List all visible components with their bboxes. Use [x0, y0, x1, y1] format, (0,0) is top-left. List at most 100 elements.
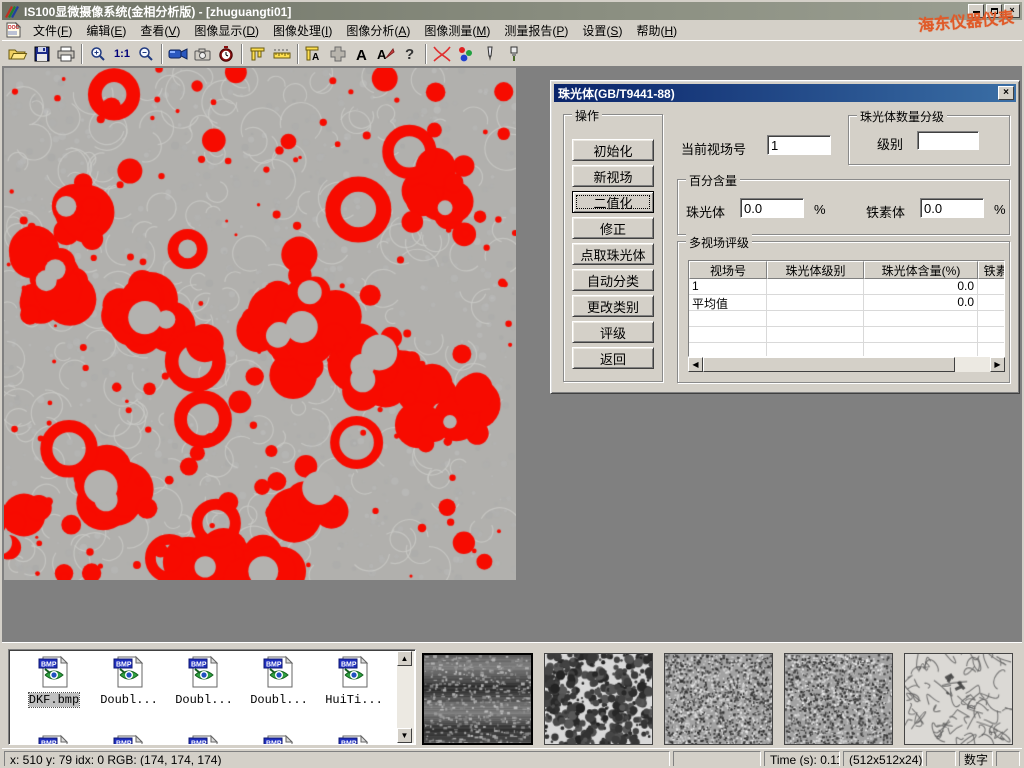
annotate-icon[interactable]: A	[374, 43, 398, 65]
brush-icon[interactable]	[502, 43, 526, 65]
op-button-6[interactable]: 自动分类	[572, 269, 654, 291]
grid-icon[interactable]	[326, 43, 350, 65]
menu-item-m[interactable]: 图像测量(M)	[417, 20, 497, 41]
measure-text-icon[interactable]: A	[302, 43, 326, 65]
dialog-title-bar[interactable]: 珠光体(GB/T9441-88) ×	[554, 84, 1016, 102]
zoom-out-icon[interactable]	[134, 43, 158, 65]
menu-item-a[interactable]: 图像分析(A)	[339, 20, 417, 41]
table-col-3[interactable]: 珠光体含量(%)	[864, 261, 978, 279]
menu-item-s[interactable]: 设置(S)	[575, 20, 629, 41]
table-cell	[689, 311, 767, 327]
thumbnail-2[interactable]	[544, 653, 653, 745]
curve-delete-icon[interactable]	[430, 43, 454, 65]
metallograph-image[interactable]	[4, 68, 516, 580]
file-item[interactable]: BMPDoubl...	[242, 655, 316, 707]
table-row[interactable]: 平均值0.0	[689, 295, 1004, 311]
rating-table[interactable]: 视场号珠光体级别珠光体含量(%)铁素体含量(%)10.0平均值0.0	[688, 260, 1005, 357]
file-list-scrollbar[interactable]: ▲ ▼	[397, 651, 414, 743]
op-button-5[interactable]: 点取珠光体	[572, 243, 654, 265]
save-icon[interactable]	[30, 43, 54, 65]
print-icon[interactable]	[54, 43, 78, 65]
table-cell	[864, 327, 978, 343]
op-button-8[interactable]: 评级	[572, 321, 654, 343]
ferrite-input[interactable]: 0.0	[920, 198, 984, 218]
level-input[interactable]	[917, 131, 979, 150]
scroll-right-icon[interactable]: ▶	[990, 357, 1005, 372]
file-item[interactable]: BMPDKF.bmp	[17, 655, 91, 707]
menu-item-e[interactable]: 编辑(E)	[79, 20, 133, 41]
caliper-icon[interactable]	[246, 43, 270, 65]
video-camera-icon[interactable]	[166, 43, 190, 65]
scroll-left-icon[interactable]: ◀	[688, 357, 703, 372]
status-mode: 数字	[959, 751, 993, 768]
file-item[interactable]: BMP	[92, 734, 166, 745]
file-list[interactable]: ▲ ▼ BMPDKF.bmpBMPDoubl...BMPDoubl...BMPD…	[8, 649, 416, 745]
dialog-title: 珠光体(GB/T9441-88)	[558, 85, 675, 102]
hscroll-thumb[interactable]	[703, 357, 955, 372]
color-dots-icon[interactable]	[454, 43, 478, 65]
file-name: DKF.bmp	[29, 693, 79, 707]
menu-item-v[interactable]: 查看(V)	[133, 20, 187, 41]
pearlite-unit: %	[814, 202, 826, 217]
op-button-7[interactable]: 更改类别	[572, 295, 654, 317]
text-icon[interactable]: A	[350, 43, 374, 65]
help-icon[interactable]: ?	[398, 43, 422, 65]
menu-item-p[interactable]: 测量报告(P)	[497, 20, 575, 41]
table-row[interactable]: 10.0	[689, 279, 1004, 295]
menu-item-i[interactable]: 图像处理(I)	[266, 20, 339, 41]
toolbar-separator	[241, 44, 243, 64]
toolbar-separator	[297, 44, 299, 64]
current-field-input[interactable]: 1	[767, 135, 831, 155]
close-button[interactable]: ×	[1004, 4, 1020, 18]
file-item[interactable]: BMPHuiTi...	[317, 655, 391, 707]
restore-button[interactable]	[986, 4, 1002, 18]
table-cell	[689, 343, 767, 357]
table-cell	[864, 311, 978, 327]
table-hscrollbar[interactable]: ◀ ▶	[688, 357, 1005, 372]
thumbnail-4[interactable]	[784, 653, 893, 745]
table-row[interactable]	[689, 343, 1004, 357]
menu-item-d[interactable]: 图像显示(D)	[187, 20, 266, 41]
file-item[interactable]: BMP	[317, 734, 391, 745]
minimize-button[interactable]	[968, 4, 984, 18]
scroll-down-icon[interactable]: ▼	[397, 728, 412, 743]
menu-item-h[interactable]: 帮助(H)	[629, 20, 684, 41]
file-item[interactable]: BMPDoubl...	[167, 655, 241, 707]
pearlite-label: 珠光体	[686, 202, 725, 221]
open-icon[interactable]	[6, 43, 30, 65]
op-button-9[interactable]: 返回	[572, 347, 654, 369]
table-row[interactable]	[689, 311, 1004, 327]
thumbnail-3[interactable]	[664, 653, 773, 745]
op-button-2[interactable]: 新视场	[572, 165, 654, 187]
pen-icon[interactable]	[478, 43, 502, 65]
op-button-4[interactable]: 修正	[572, 217, 654, 239]
file-item[interactable]: BMP	[242, 734, 316, 745]
thumbnail-1[interactable]	[422, 653, 533, 745]
camera-icon[interactable]	[190, 43, 214, 65]
one-to-one-button[interactable]: 1:1	[110, 43, 134, 65]
table-col-2[interactable]: 珠光体级别	[767, 261, 864, 279]
ruler-icon[interactable]	[270, 43, 294, 65]
pearlite-input[interactable]: 0.0	[740, 198, 804, 218]
percent-group: 百分含量 珠光体 0.0 % 铁素体 0.0 %	[677, 179, 1010, 235]
file-item[interactable]: BMPDoubl...	[92, 655, 166, 707]
svg-text:DOC: DOC	[8, 25, 20, 31]
svg-text:A: A	[377, 47, 387, 61]
thumbnail-5[interactable]	[904, 653, 1013, 745]
zoom-in-icon[interactable]	[86, 43, 110, 65]
scroll-up-icon[interactable]: ▲	[397, 651, 412, 666]
file-item[interactable]: BMP	[167, 734, 241, 745]
operations-group: 操作 初始化新视场二值化修正点取珠光体自动分类更改类别评级返回	[563, 114, 663, 382]
table-col-1[interactable]: 视场号	[689, 261, 767, 279]
menu-item-f[interactable]: 文件(F)	[26, 20, 79, 41]
table-col-4[interactable]: 铁素体含量(%)	[978, 261, 1005, 279]
table-row[interactable]	[689, 327, 1004, 343]
dialog-close-icon[interactable]: ×	[998, 86, 1014, 100]
file-item[interactable]: BMP	[17, 734, 91, 745]
table-cell: 1	[689, 279, 767, 295]
file-name: Doubl...	[250, 693, 308, 707]
op-button-1[interactable]: 初始化	[572, 139, 654, 161]
timer-icon[interactable]	[214, 43, 238, 65]
bottom-panel: ▲ ▼ BMPDKF.bmpBMPDoubl...BMPDoubl...BMPD…	[2, 642, 1022, 748]
op-button-3[interactable]: 二值化	[572, 191, 654, 213]
